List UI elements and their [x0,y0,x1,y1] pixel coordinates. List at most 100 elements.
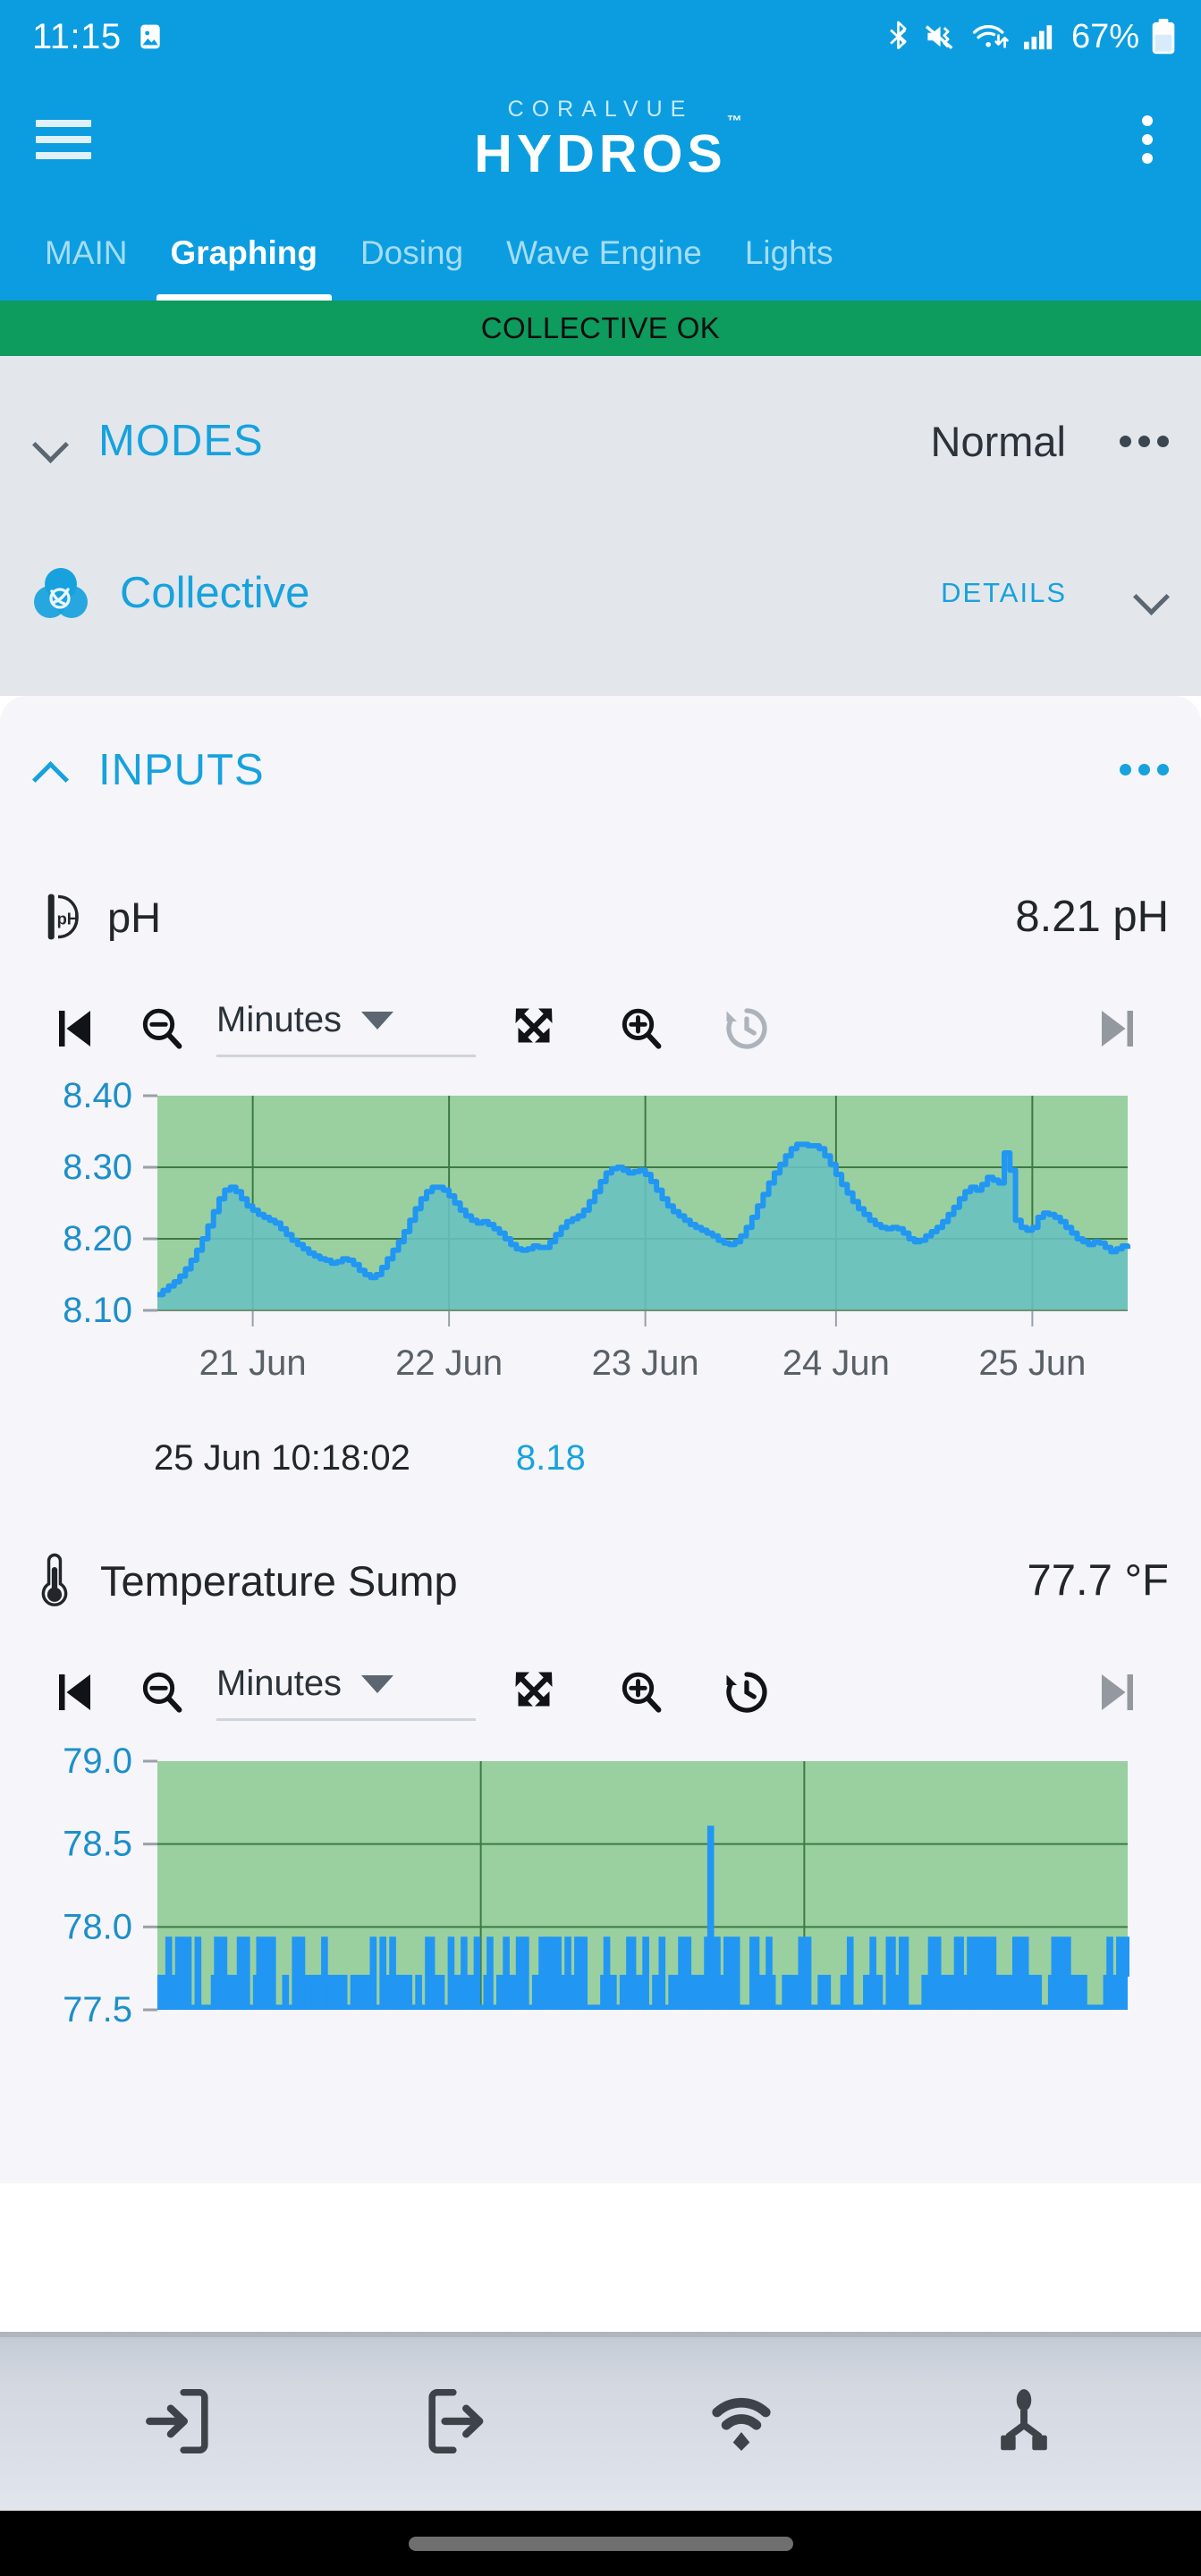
inputs-title: INPUTS [98,745,265,794]
inputs-header[interactable]: INPUTS [32,696,1169,826]
zoom-out-icon[interactable] [113,1667,211,1717]
tab-graphing[interactable]: Graphing [149,206,339,301]
sensor-row-ph[interactable]: pH pH 8.21 pH [32,863,1169,970]
collective-row[interactable]: Collective DETAILS [32,526,1169,660]
zoom-in-icon[interactable] [592,1004,690,1054]
sensor-temp-left: Temperature Sump [32,1551,458,1610]
mute-vibrate-icon [925,25,953,50]
modes-row[interactable]: MODES Normal [32,356,1169,526]
svg-text:77.5: 77.5 [63,1990,132,2028]
trademark-icon: ™ [726,113,747,130]
readout-timestamp: 25 Jun 10:18:02 [154,1437,410,1478]
bluetooth-icon [890,21,907,50]
sensor-name-ph: pH [107,893,162,941]
graph-toolbar-ph: Minutes [32,979,1169,1078]
skip-to-end-icon[interactable] [1079,1002,1160,1055]
interval-select-temperature[interactable]: Minutes [216,1664,476,1721]
sensor-value-ph: 8.21 pH [1015,893,1169,941]
bottom-nav-bar [0,2332,1201,2576]
skip-to-end-icon[interactable] [1079,1665,1160,1719]
modes-value: Normal [930,417,1066,465]
svg-text:pH: pH [57,909,79,928]
chevron-down-icon[interactable] [32,423,68,459]
chevron-down-icon [361,1674,394,1693]
history-restore-icon[interactable] [690,1665,802,1719]
kebab-menu-icon[interactable] [1120,764,1169,775]
sensor-row-temperature[interactable]: Temperature Sump 77.7 °F [32,1527,1169,1634]
kebab-menu-icon[interactable] [1120,435,1169,447]
fit-to-screen-icon[interactable] [476,1665,592,1719]
chevron-down-icon[interactable] [1133,575,1169,611]
svg-text:78.0: 78.0 [63,1907,132,1946]
collective-circles-icon [34,568,88,618]
gesture-handle[interactable] [0,2511,1201,2576]
svg-text:8.40: 8.40 [63,1078,132,1115]
readout-ph: 25 Jun 10:18:02 8.18 [32,1409,1169,1507]
modes-right-group: Normal [931,417,1169,466]
collective-right-group: DETAILS [941,575,1169,611]
tab-bar: MAIN Graphing Dosing Wave Engine Lights [0,206,1201,301]
battery-percent-label: 67% [1070,17,1139,55]
collective-name: Collective [120,569,310,617]
sensor-value-temperature: 77.7 °F [1027,1556,1169,1605]
brand-logo: CORALVUE HYDROS ™ [474,97,741,183]
sensor-name-temperature: Temperature Sump [100,1556,458,1605]
brand-main-text: HYDROS [474,124,727,183]
readout-value: 8.18 [515,1437,586,1478]
svg-text:25 Jun: 25 Jun [978,1343,1086,1383]
logout-arrow-icon[interactable] [406,2368,513,2475]
interval-select-ph[interactable]: Minutes [216,1000,476,1057]
fit-to-screen-icon[interactable] [476,1002,592,1055]
login-arrow-icon[interactable] [123,2368,231,2475]
wifi-cast-icon[interactable] [688,2368,795,2475]
kebab-menu-icon[interactable] [1128,110,1167,169]
wifi-icon [972,24,1009,48]
graph-toolbar-temperature: Minutes [32,1643,1169,1741]
modes-left-group: MODES [32,416,264,466]
tab-dosing[interactable]: Dosing [339,206,485,301]
share-nodes-icon[interactable] [970,2368,1078,2475]
chart-temperature[interactable]: 77.5 78.0 78.5 79.0 [32,1741,1169,2028]
chart-ph[interactable]: 8.10 8.20 8.30 8.40 21 Jun 22 Jun 23 Jun 24 Jun… [32,1078,1169,1409]
brand-top-label: CORALVUE [507,97,694,122]
details-button[interactable]: DETAILS [941,577,1067,609]
zoom-in-icon[interactable] [592,1667,690,1717]
app-root: 11:15 67% CORALVUE HYDROS ™ MAIN Graphin… [0,0,1201,2576]
chevron-down-icon [361,1011,394,1030]
tab-main[interactable]: MAIN [23,206,149,301]
svg-text:78.5: 78.5 [63,1825,132,1864]
status-banner: COLLECTIVE OK [0,301,1201,356]
tab-wave-engine[interactable]: Wave Engine [485,206,723,301]
svg-text:24 Jun: 24 Jun [782,1343,890,1383]
hamburger-menu-icon[interactable] [36,120,91,159]
tab-lights[interactable]: Lights [723,206,855,301]
svg-text:22 Jun: 22 Jun [395,1343,503,1383]
interval-select-value: Minutes [216,1000,343,1039]
svg-text:23 Jun: 23 Jun [592,1343,699,1383]
collective-left-group: Collective [32,564,309,622]
status-bar-right: 67% [884,18,1176,56]
battery-icon [1152,19,1175,55]
ph-probe-icon: pH [47,894,79,940]
image-icon [140,24,160,49]
status-bar: 11:15 67% [0,0,1201,73]
app-bar: CORALVUE HYDROS ™ [0,73,1201,206]
zoom-out-icon[interactable] [113,1004,211,1054]
nav-divider [0,2332,1201,2337]
bottom-nav-items [0,2332,1201,2511]
svg-text:8.30: 8.30 [63,1148,132,1187]
svg-text:8.20: 8.20 [63,1219,132,1258]
skip-to-start-icon[interactable] [32,1002,113,1055]
modes-title: MODES [98,417,264,465]
inputs-left-group: INPUTS [32,745,265,795]
svg-text:8.10: 8.10 [63,1291,132,1330]
status-bar-left: 11:15 [32,17,165,57]
cellular-signal-icon [1023,25,1053,50]
inputs-card: INPUTS pH pH 8.21 pH Minutes 8.10 8.20 8… [0,696,1201,2183]
thermometer-icon [41,1553,68,1606]
history-restore-icon[interactable] [690,1002,802,1055]
interval-select-value: Minutes [216,1664,343,1703]
skip-to-start-icon[interactable] [32,1665,113,1719]
chevron-up-icon[interactable] [32,752,68,788]
sensor-ph-left: pH pH [32,889,161,945]
